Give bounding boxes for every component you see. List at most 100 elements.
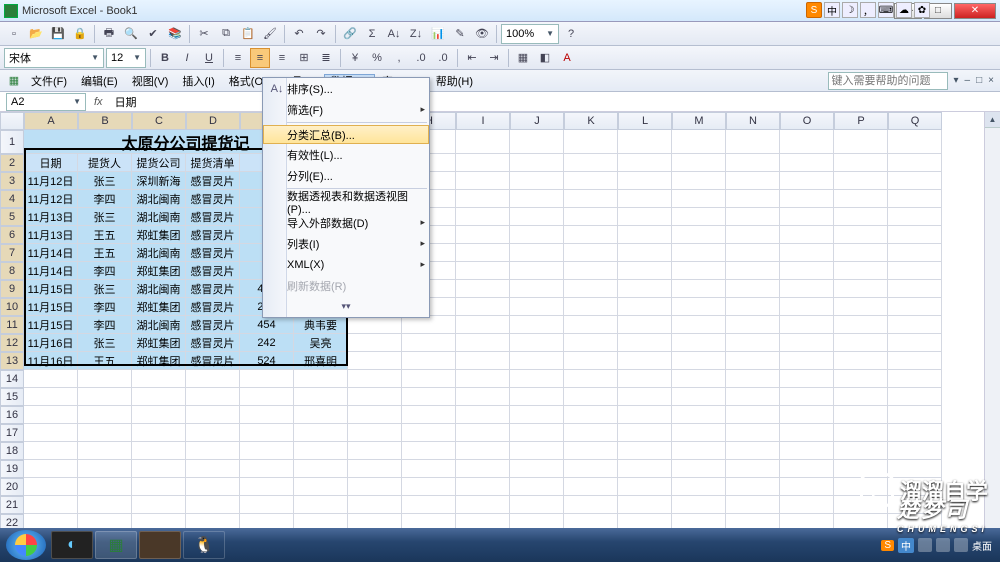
cell[interactable]: [672, 226, 726, 244]
cell[interactable]: [726, 406, 780, 424]
sortasc-icon[interactable]: A↓: [384, 24, 404, 44]
cell[interactable]: [726, 280, 780, 298]
cell[interactable]: [618, 244, 672, 262]
tray-icon[interactable]: [954, 538, 968, 552]
merge-icon[interactable]: ⊞: [294, 48, 314, 68]
cell[interactable]: [888, 406, 942, 424]
permission-icon[interactable]: 🔒: [70, 24, 90, 44]
cell[interactable]: 11月15日: [24, 298, 78, 316]
cell[interactable]: [780, 352, 834, 370]
cell[interactable]: [618, 388, 672, 406]
cell[interactable]: [888, 226, 942, 244]
copy-icon[interactable]: ⧉: [216, 24, 236, 44]
cell[interactable]: [672, 460, 726, 478]
row-header-14[interactable]: 14: [0, 370, 24, 388]
cell[interactable]: [888, 388, 942, 406]
cell[interactable]: [618, 352, 672, 370]
cell[interactable]: [888, 370, 942, 388]
cell[interactable]: [672, 280, 726, 298]
cell[interactable]: 11月16日: [24, 334, 78, 352]
cell[interactable]: [78, 478, 132, 496]
cell[interactable]: [348, 460, 402, 478]
cell[interactable]: [402, 388, 456, 406]
taskbar-app-4[interactable]: 🐧: [183, 531, 225, 559]
cell[interactable]: 王五: [78, 226, 132, 244]
cell[interactable]: [780, 130, 834, 154]
cell[interactable]: [564, 226, 618, 244]
cell[interactable]: [348, 442, 402, 460]
cell[interactable]: [834, 208, 888, 226]
cell[interactable]: 湖北闽南: [132, 208, 186, 226]
cell[interactable]: [672, 154, 726, 172]
cell[interactable]: [888, 316, 942, 334]
cell[interactable]: [726, 424, 780, 442]
cell[interactable]: [510, 208, 564, 226]
cell[interactable]: [456, 208, 510, 226]
col-header-B[interactable]: B: [78, 112, 132, 130]
cell[interactable]: [402, 478, 456, 496]
cell[interactable]: [618, 208, 672, 226]
cell[interactable]: [294, 406, 348, 424]
cell[interactable]: [834, 352, 888, 370]
cell[interactable]: [834, 424, 888, 442]
cell[interactable]: [510, 298, 564, 316]
col-header-J[interactable]: J: [510, 112, 564, 130]
col-header-N[interactable]: N: [726, 112, 780, 130]
decinc-icon[interactable]: .0: [411, 48, 431, 68]
cell[interactable]: [834, 298, 888, 316]
row-header-17[interactable]: 17: [0, 424, 24, 442]
menu-item-XML[interactable]: XML(X)▸: [263, 254, 429, 275]
cell[interactable]: [618, 496, 672, 514]
col-header-L[interactable]: L: [618, 112, 672, 130]
cell[interactable]: [726, 442, 780, 460]
cell[interactable]: [186, 496, 240, 514]
cell[interactable]: 王五: [78, 244, 132, 262]
cell[interactable]: [294, 478, 348, 496]
row-header-6[interactable]: 6: [0, 226, 24, 244]
menu-item-有效性[interactable]: 有效性(L)...: [263, 144, 429, 165]
cell[interactable]: [132, 442, 186, 460]
cell[interactable]: [888, 190, 942, 208]
cell[interactable]: [456, 370, 510, 388]
cell[interactable]: [78, 460, 132, 478]
cell[interactable]: [24, 460, 78, 478]
cell[interactable]: [780, 334, 834, 352]
cell[interactable]: 郑虹集团: [132, 352, 186, 370]
cell[interactable]: [726, 478, 780, 496]
research-icon[interactable]: 📚: [165, 24, 185, 44]
tray-icon[interactable]: [936, 538, 950, 552]
cell[interactable]: [564, 316, 618, 334]
cell[interactable]: [510, 460, 564, 478]
cell[interactable]: [510, 172, 564, 190]
col-header-I[interactable]: I: [456, 112, 510, 130]
cell[interactable]: [564, 442, 618, 460]
cell[interactable]: [618, 442, 672, 460]
mdi-minimize[interactable]: –: [963, 75, 973, 86]
bold-button[interactable]: B: [155, 48, 175, 68]
cell[interactable]: [726, 262, 780, 280]
cell[interactable]: [510, 130, 564, 154]
cell[interactable]: [348, 352, 402, 370]
cell[interactable]: [402, 352, 456, 370]
cell[interactable]: [780, 388, 834, 406]
cell[interactable]: [294, 442, 348, 460]
cell[interactable]: 湖北闽南: [132, 190, 186, 208]
mdi-close[interactable]: ×: [986, 75, 996, 86]
cell[interactable]: 感冒灵片: [186, 352, 240, 370]
cell[interactable]: 提货公司: [132, 154, 186, 172]
indentdec-icon[interactable]: ⇤: [462, 48, 482, 68]
cell[interactable]: [132, 496, 186, 514]
cell[interactable]: [510, 478, 564, 496]
cell[interactable]: [834, 130, 888, 154]
cell[interactable]: [672, 442, 726, 460]
menu-帮助[interactable]: 帮助(H): [429, 74, 480, 90]
menu-编辑[interactable]: 编辑(E): [74, 74, 125, 90]
cell[interactable]: [672, 244, 726, 262]
cell[interactable]: [132, 370, 186, 388]
cell[interactable]: [564, 406, 618, 424]
cell[interactable]: [402, 370, 456, 388]
cell[interactable]: [456, 262, 510, 280]
cell[interactable]: [618, 478, 672, 496]
row-header-20[interactable]: 20: [0, 478, 24, 496]
link-icon[interactable]: 🔗: [340, 24, 360, 44]
